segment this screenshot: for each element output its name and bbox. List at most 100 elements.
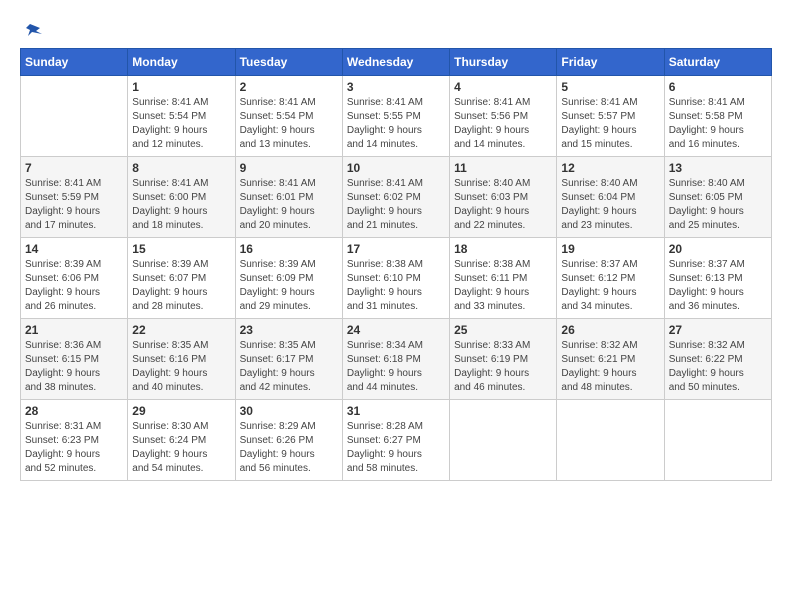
day-info: Sunrise: 8:41 AM Sunset: 5:54 PM Dayligh… (240, 96, 338, 152)
day-number: 16 (240, 242, 338, 256)
calendar-cell: 1 Sunrise: 8:41 AM Sunset: 5:54 PM Daylig… (128, 76, 235, 157)
day-info: Sunrise: 8:35 AM Sunset: 6:16 PM Dayligh… (132, 339, 230, 395)
calendar-cell: 20 Sunrise: 8:37 AM Sunset: 6:13 PM Dayli… (664, 238, 771, 319)
calendar-cell: 7 Sunrise: 8:41 AM Sunset: 5:59 PM Daylig… (21, 157, 128, 238)
day-number: 9 (240, 161, 338, 175)
day-info: Sunrise: 8:41 AM Sunset: 5:54 PM Dayligh… (132, 96, 230, 152)
day-number: 12 (561, 161, 659, 175)
day-number: 19 (561, 242, 659, 256)
calendar-cell: 10 Sunrise: 8:41 AM Sunset: 6:02 PM Dayli… (342, 157, 449, 238)
day-info: Sunrise: 8:30 AM Sunset: 6:24 PM Dayligh… (132, 420, 230, 476)
day-number: 13 (669, 161, 767, 175)
day-number: 21 (25, 323, 123, 337)
day-number: 22 (132, 323, 230, 337)
day-number: 6 (669, 80, 767, 94)
calendar-cell: 13 Sunrise: 8:40 AM Sunset: 6:05 PM Dayli… (664, 157, 771, 238)
day-info: Sunrise: 8:33 AM Sunset: 6:19 PM Dayligh… (454, 339, 552, 395)
logo-bird-icon (22, 20, 44, 42)
day-info: Sunrise: 8:40 AM Sunset: 6:03 PM Dayligh… (454, 177, 552, 233)
calendar-cell: 28Sunrise: 8:31 AM Sunset: 6:23 PM Dayli… (21, 400, 128, 481)
day-number: 27 (669, 323, 767, 337)
calendar-table: SundayMondayTuesdayWednesdayThursdayFrid… (20, 48, 772, 481)
day-number: 7 (25, 161, 123, 175)
calendar-cell: 29 Sunrise: 8:30 AM Sunset: 6:24 PM Dayli… (128, 400, 235, 481)
day-info: Sunrise: 8:35 AM Sunset: 6:17 PM Dayligh… (240, 339, 338, 395)
calendar-cell: 6Sunrise: 8:41 AM Sunset: 5:58 PM Daylig… (664, 76, 771, 157)
calendar-cell: 25 Sunrise: 8:33 AM Sunset: 6:19 PM Dayli… (450, 319, 557, 400)
day-number: 3 (347, 80, 445, 94)
day-info: Sunrise: 8:32 AM Sunset: 6:22 PM Dayligh… (669, 339, 767, 395)
day-number: 8 (132, 161, 230, 175)
day-number: 29 (132, 404, 230, 418)
calendar-week-row: 21 Sunrise: 8:36 AM Sunset: 6:15 PM Dayli… (21, 319, 772, 400)
calendar-cell: 24 Sunrise: 8:34 AM Sunset: 6:18 PM Dayli… (342, 319, 449, 400)
header-wednesday: Wednesday (342, 49, 449, 76)
day-number: 5 (561, 80, 659, 94)
calendar-cell (21, 76, 128, 157)
day-info: Sunrise: 8:41 AM Sunset: 6:02 PM Dayligh… (347, 177, 445, 233)
day-info: Sunrise: 8:41 AM Sunset: 5:55 PM Dayligh… (347, 96, 445, 152)
day-number: 10 (347, 161, 445, 175)
day-number: 15 (132, 242, 230, 256)
calendar-cell: 19 Sunrise: 8:37 AM Sunset: 6:12 PM Dayli… (557, 238, 664, 319)
day-info: Sunrise: 8:29 AM Sunset: 6:26 PM Dayligh… (240, 420, 338, 476)
calendar-cell: 31Sunrise: 8:28 AM Sunset: 6:27 PM Dayli… (342, 400, 449, 481)
header-tuesday: Tuesday (235, 49, 342, 76)
day-info: Sunrise: 8:28 AM Sunset: 6:27 PM Dayligh… (347, 420, 445, 476)
day-number: 11 (454, 161, 552, 175)
day-number: 2 (240, 80, 338, 94)
calendar-cell: 30Sunrise: 8:29 AM Sunset: 6:26 PM Dayli… (235, 400, 342, 481)
day-number: 23 (240, 323, 338, 337)
day-number: 1 (132, 80, 230, 94)
day-info: Sunrise: 8:37 AM Sunset: 6:13 PM Dayligh… (669, 258, 767, 314)
calendar-week-row: 14Sunrise: 8:39 AM Sunset: 6:06 PM Dayli… (21, 238, 772, 319)
day-number: 20 (669, 242, 767, 256)
day-info: Sunrise: 8:40 AM Sunset: 6:05 PM Dayligh… (669, 177, 767, 233)
calendar-week-row: 7 Sunrise: 8:41 AM Sunset: 5:59 PM Daylig… (21, 157, 772, 238)
day-info: Sunrise: 8:34 AM Sunset: 6:18 PM Dayligh… (347, 339, 445, 395)
calendar-cell: 15 Sunrise: 8:39 AM Sunset: 6:07 PM Dayli… (128, 238, 235, 319)
day-number: 17 (347, 242, 445, 256)
day-number: 28 (25, 404, 123, 418)
calendar-week-row: 28Sunrise: 8:31 AM Sunset: 6:23 PM Dayli… (21, 400, 772, 481)
header-saturday: Saturday (664, 49, 771, 76)
day-info: Sunrise: 8:41 AM Sunset: 6:00 PM Dayligh… (132, 177, 230, 233)
calendar-cell (450, 400, 557, 481)
header-monday: Monday (128, 49, 235, 76)
day-info: Sunrise: 8:39 AM Sunset: 6:09 PM Dayligh… (240, 258, 338, 314)
day-info: Sunrise: 8:41 AM Sunset: 6:01 PM Dayligh… (240, 177, 338, 233)
calendar-cell: 11 Sunrise: 8:40 AM Sunset: 6:03 PM Dayli… (450, 157, 557, 238)
calendar-cell (557, 400, 664, 481)
day-info: Sunrise: 8:38 AM Sunset: 6:11 PM Dayligh… (454, 258, 552, 314)
header-sunday: Sunday (21, 49, 128, 76)
calendar-week-row: 1 Sunrise: 8:41 AM Sunset: 5:54 PM Daylig… (21, 76, 772, 157)
calendar-cell: 3 Sunrise: 8:41 AM Sunset: 5:55 PM Daylig… (342, 76, 449, 157)
header (20, 20, 772, 38)
day-info: Sunrise: 8:39 AM Sunset: 6:06 PM Dayligh… (25, 258, 123, 314)
day-info: Sunrise: 8:41 AM Sunset: 5:56 PM Dayligh… (454, 96, 552, 152)
calendar-cell: 5Sunrise: 8:41 AM Sunset: 5:57 PM Daylig… (557, 76, 664, 157)
calendar-header-row: SundayMondayTuesdayWednesdayThursdayFrid… (21, 49, 772, 76)
calendar-cell: 22 Sunrise: 8:35 AM Sunset: 6:16 PM Dayli… (128, 319, 235, 400)
header-friday: Friday (557, 49, 664, 76)
calendar-cell: 18 Sunrise: 8:38 AM Sunset: 6:11 PM Dayli… (450, 238, 557, 319)
day-info: Sunrise: 8:36 AM Sunset: 6:15 PM Dayligh… (25, 339, 123, 395)
day-info: Sunrise: 8:39 AM Sunset: 6:07 PM Dayligh… (132, 258, 230, 314)
calendar-cell: 27 Sunrise: 8:32 AM Sunset: 6:22 PM Dayli… (664, 319, 771, 400)
day-info: Sunrise: 8:40 AM Sunset: 6:04 PM Dayligh… (561, 177, 659, 233)
day-number: 24 (347, 323, 445, 337)
day-info: Sunrise: 8:32 AM Sunset: 6:21 PM Dayligh… (561, 339, 659, 395)
day-number: 25 (454, 323, 552, 337)
calendar-cell: 21 Sunrise: 8:36 AM Sunset: 6:15 PM Dayli… (21, 319, 128, 400)
calendar-cell: 4Sunrise: 8:41 AM Sunset: 5:56 PM Daylig… (450, 76, 557, 157)
calendar-cell: 17Sunrise: 8:38 AM Sunset: 6:10 PM Dayli… (342, 238, 449, 319)
logo (20, 20, 44, 38)
header-thursday: Thursday (450, 49, 557, 76)
day-number: 26 (561, 323, 659, 337)
day-info: Sunrise: 8:37 AM Sunset: 6:12 PM Dayligh… (561, 258, 659, 314)
day-info: Sunrise: 8:41 AM Sunset: 5:59 PM Dayligh… (25, 177, 123, 233)
calendar-cell: 8 Sunrise: 8:41 AM Sunset: 6:00 PM Daylig… (128, 157, 235, 238)
calendar-cell: 16 Sunrise: 8:39 AM Sunset: 6:09 PM Dayli… (235, 238, 342, 319)
calendar-cell: 14Sunrise: 8:39 AM Sunset: 6:06 PM Dayli… (21, 238, 128, 319)
day-number: 18 (454, 242, 552, 256)
